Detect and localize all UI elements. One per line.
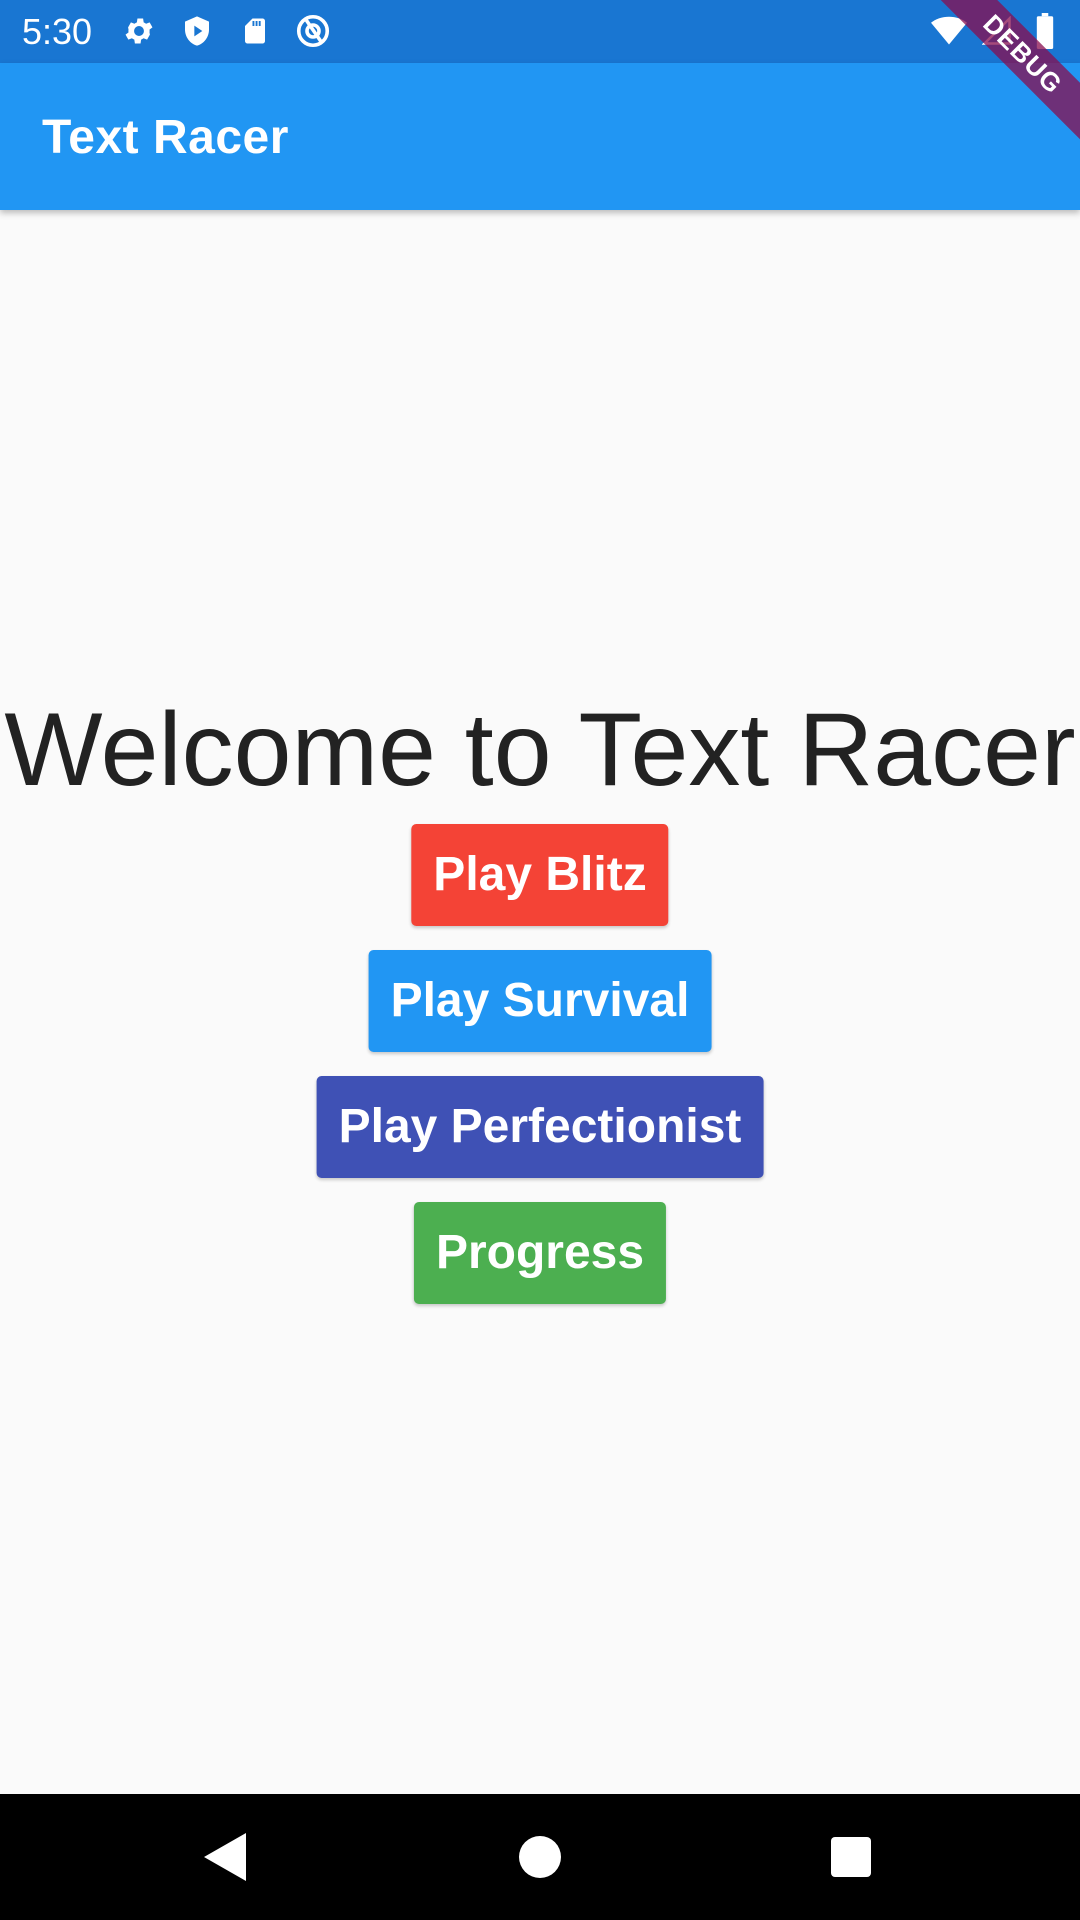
battery-icon [1026, 12, 1064, 50]
sd-card-icon [236, 12, 274, 50]
shield-play-icon [178, 12, 216, 50]
back-icon[interactable] [196, 1827, 256, 1887]
recents-icon[interactable] [821, 1827, 881, 1887]
navigation-bar [0, 1794, 1080, 1920]
status-time: 5:30 [22, 11, 93, 52]
settings-icon [120, 12, 158, 50]
status-icons-right [930, 12, 1064, 50]
status-icons-left [120, 12, 332, 50]
play-perfectionist-button[interactable]: Play Perfectionist [316, 1076, 764, 1178]
status-bar: 5:30 [0, 0, 1080, 63]
play-blitz-button[interactable]: Play Blitz [411, 824, 669, 926]
at-sign-icon [294, 12, 332, 50]
progress-button[interactable]: Progress [413, 1202, 667, 1304]
play-survival-button[interactable]: Play Survival [368, 950, 712, 1052]
app-bar: Text Racer [0, 63, 1080, 210]
app-title: Text Racer [42, 111, 289, 164]
wifi-icon [930, 12, 968, 50]
signal-icon [978, 12, 1016, 50]
screen: 5:30 Text Racer DEBUG Welcome to Text Ra… [0, 0, 1080, 1920]
welcome-heading: Welcome to Text Racer [4, 692, 1076, 808]
home-icon[interactable] [510, 1827, 570, 1887]
